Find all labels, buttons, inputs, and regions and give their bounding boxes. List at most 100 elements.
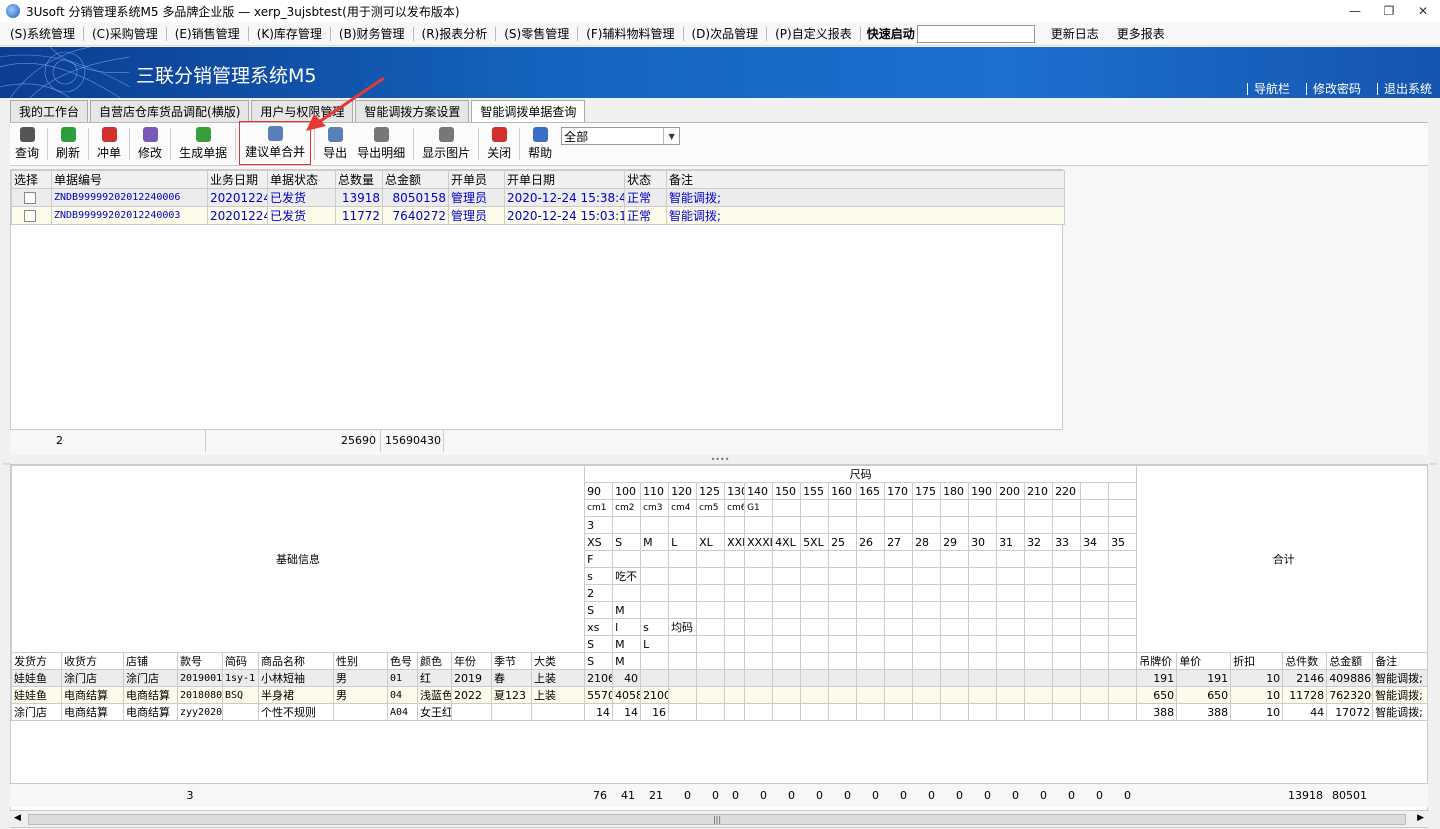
close-button[interactable]: 关闭	[482, 123, 516, 165]
orders-column-header[interactable]: 开单日期	[504, 170, 625, 189]
detail-column-header[interactable]: 发货方	[11, 652, 62, 670]
size-cell	[612, 584, 642, 602]
update-log-link[interactable]: 更新日志	[1045, 22, 1105, 46]
orders-column-header[interactable]: 开单员	[448, 170, 505, 189]
query-button[interactable]: 查询	[10, 123, 44, 165]
table-cell: 电商结算	[123, 686, 178, 704]
change-password-link[interactable]: 修改密码	[1305, 83, 1365, 95]
help-button[interactable]: 帮助	[523, 123, 557, 165]
table-row[interactable]: 娃娃鱼 电商结算 电商结算 2018080 BSQ 半身裙男 04 浅蓝色 2022 夏123 上装…	[11, 686, 1427, 704]
table-cell: 2022	[451, 686, 492, 704]
size-qty-cell	[940, 669, 970, 687]
detail-total-column-header[interactable]: 单价	[1176, 652, 1232, 670]
scrollbar-thumb[interactable]: |||	[28, 814, 1406, 825]
size-cell	[1108, 550, 1138, 568]
filter-dropdown-value: 全部	[564, 129, 589, 144]
total-header: 合计	[1136, 465, 1427, 653]
orders-column-header[interactable]: 选择	[11, 170, 52, 189]
menu-finance[interactable]: (B)财务管理	[333, 22, 411, 46]
close-icon[interactable]: ✕	[1406, 0, 1440, 22]
table-cell: 20201224	[207, 188, 268, 207]
detail-total-column-header[interactable]: 总金额	[1326, 652, 1374, 670]
menu-materials[interactable]: (F)辅料物料管理	[580, 22, 680, 46]
chevron-down-icon[interactable]: ▼	[663, 128, 679, 144]
generate-button[interactable]: 生成单据	[174, 123, 232, 165]
menu-reports[interactable]: (R)报表分析	[416, 22, 494, 46]
detail-total-column-header[interactable]: 折扣	[1230, 652, 1284, 670]
scroll-left-icon[interactable]: ◀	[14, 813, 21, 823]
tab-smart-allocation-query[interactable]: 智能调拨单据查询	[471, 100, 586, 123]
detail-column-header[interactable]: 大类	[530, 652, 586, 670]
menu-retail[interactable]: (S)零售管理	[498, 22, 575, 46]
detail-column-header[interactable]: 简码	[222, 652, 259, 670]
table-row[interactable]: ZNDB99999202012240006 20201224 已发货 13918 805…	[11, 188, 1065, 207]
menu-inventory[interactable]: (K)库存管理	[251, 22, 328, 46]
detail-column-header[interactable]: 店铺	[123, 652, 178, 670]
detail-total-column-header[interactable]: 吊牌价	[1136, 652, 1178, 670]
detail-column-header[interactable]: 收货方	[61, 652, 124, 670]
row-select-cell[interactable]	[11, 206, 52, 225]
orders-column-header[interactable]: 总数量	[335, 170, 383, 189]
orders-column-header[interactable]: 状态	[624, 170, 667, 189]
size-qty-cell	[968, 686, 998, 704]
tab-workbench[interactable]: 我的工作台	[10, 100, 89, 122]
row-checkbox[interactable]	[24, 210, 36, 222]
refresh-button[interactable]: 刷新	[51, 123, 85, 165]
orders-column-header[interactable]: 总金额	[382, 170, 449, 189]
size-cell	[884, 550, 914, 568]
table-row[interactable]: 涂门店 电商结算 电商结算 zyy2020 个性不规则 A04 女王红 14 14 16 388 38…	[11, 703, 1427, 721]
size-cell: 28	[912, 533, 942, 551]
orders-column-header[interactable]: 单据状态	[267, 170, 336, 189]
size-qty-cell	[968, 703, 998, 721]
more-reports-link[interactable]: 更多报表	[1111, 22, 1171, 46]
table-row[interactable]: ZNDB99999202012240003 20201224 已发货 11772 764…	[11, 206, 1065, 225]
size-cell	[1108, 499, 1138, 517]
detail-column-header[interactable]: 年份	[451, 652, 492, 670]
orders-column-header[interactable]: 备注	[666, 170, 1065, 189]
horizontal-scrollbar[interactable]: ◀ ||| ▶	[10, 810, 1428, 827]
maximize-icon[interactable]: ❐	[1372, 0, 1406, 22]
size-cell	[696, 584, 726, 602]
exit-system-link[interactable]: 退出系统	[1376, 83, 1436, 95]
size-cell	[996, 567, 1026, 585]
scroll-right-icon[interactable]: ▶	[1417, 813, 1424, 823]
total-cell: 388	[1136, 703, 1178, 721]
size-cell: M	[640, 533, 670, 551]
tab-store-allocation[interactable]: 自营店仓库货品调配(横版)	[90, 100, 250, 122]
menu-custom-reports[interactable]: (P)自定义报表	[769, 22, 858, 46]
orders-column-header[interactable]: 业务日期	[207, 170, 268, 189]
detail-column-header[interactable]: 款号	[177, 652, 223, 670]
detail-column-header[interactable]: 色号	[387, 652, 418, 670]
detail-column-header[interactable]: 性别	[333, 652, 388, 670]
size-cell	[612, 550, 642, 568]
row-checkbox[interactable]	[24, 192, 36, 204]
table-cell: 11772	[335, 206, 383, 225]
reverse-button[interactable]: 冲单	[92, 123, 126, 165]
detail-column-header[interactable]: 颜色	[417, 652, 452, 670]
modify-button[interactable]: 修改	[133, 123, 167, 165]
nav-bar-link[interactable]: 导航栏	[1246, 83, 1294, 95]
detail-total-column-header[interactable]: 总件数	[1282, 652, 1328, 670]
menu-separator	[247, 26, 249, 41]
orders-column-header[interactable]: 单据编号	[51, 170, 208, 189]
detail-total-column-header[interactable]: 备注	[1372, 652, 1427, 670]
table-cell: 1sy-1	[222, 669, 259, 687]
table-row[interactable]: 娃娃鱼 涂门店 涂门店 2019001 1sy-1 小林短袖男 01 红 2019 春上装 2106…	[11, 669, 1427, 687]
size-qty-cell	[1052, 703, 1082, 721]
filter-dropdown[interactable]: 全部 ▼	[561, 127, 681, 145]
show-image-button[interactable]: 显示图片	[417, 123, 475, 165]
menu-system[interactable]: (S)系统管理	[4, 22, 81, 46]
detail-column-header[interactable]: 季节	[491, 652, 532, 670]
menu-defective[interactable]: (D)次品管理	[686, 22, 765, 46]
quick-launch-input[interactable]	[916, 24, 1035, 43]
orders-total-qty: 25690	[206, 430, 381, 452]
panel-splitter[interactable]: ••••	[0, 455, 1440, 464]
detail-column-header[interactable]: 商品名称	[258, 652, 334, 670]
size-cell	[912, 601, 942, 619]
menu-purchase[interactable]: (C)采购管理	[86, 22, 164, 46]
minimize-icon[interactable]: —	[1338, 0, 1372, 22]
menu-sales[interactable]: (E)销售管理	[169, 22, 246, 46]
row-select-cell[interactable]	[11, 188, 52, 207]
size-cell	[912, 618, 942, 636]
empty-row	[12, 297, 1065, 315]
